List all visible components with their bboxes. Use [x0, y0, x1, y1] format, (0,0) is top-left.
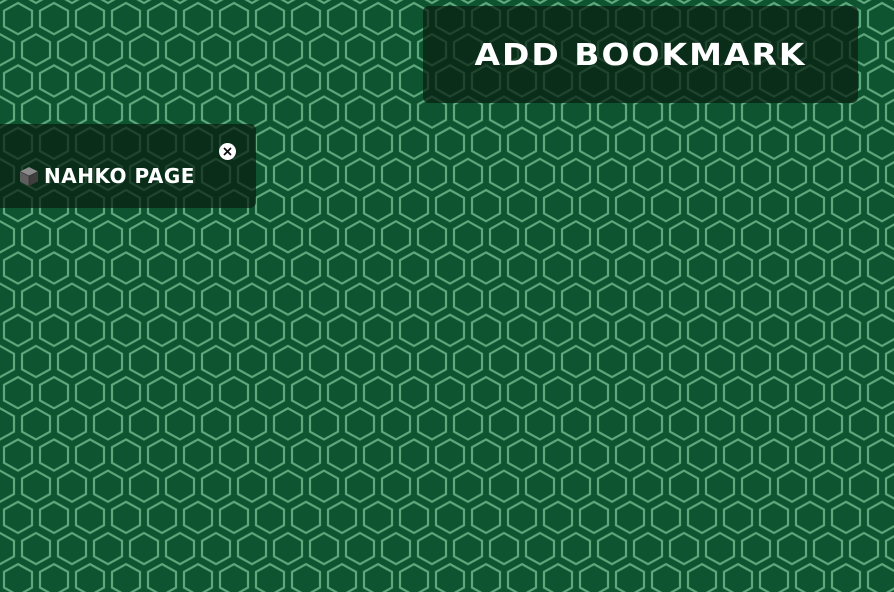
remove-bookmark-button[interactable]: [219, 143, 236, 160]
add-bookmark-button[interactable]: ADD BOOKMARK: [423, 6, 858, 103]
add-bookmark-label: ADD BOOKMARK: [474, 36, 807, 73]
bookmark-card: NAHKO PAGE: [0, 124, 256, 208]
close-icon: [223, 147, 232, 156]
bookmark-label: NAHKO PAGE: [44, 164, 195, 188]
cube-icon: [19, 167, 39, 186]
bookmark-link-nahko-page[interactable]: NAHKO PAGE: [18, 164, 195, 188]
